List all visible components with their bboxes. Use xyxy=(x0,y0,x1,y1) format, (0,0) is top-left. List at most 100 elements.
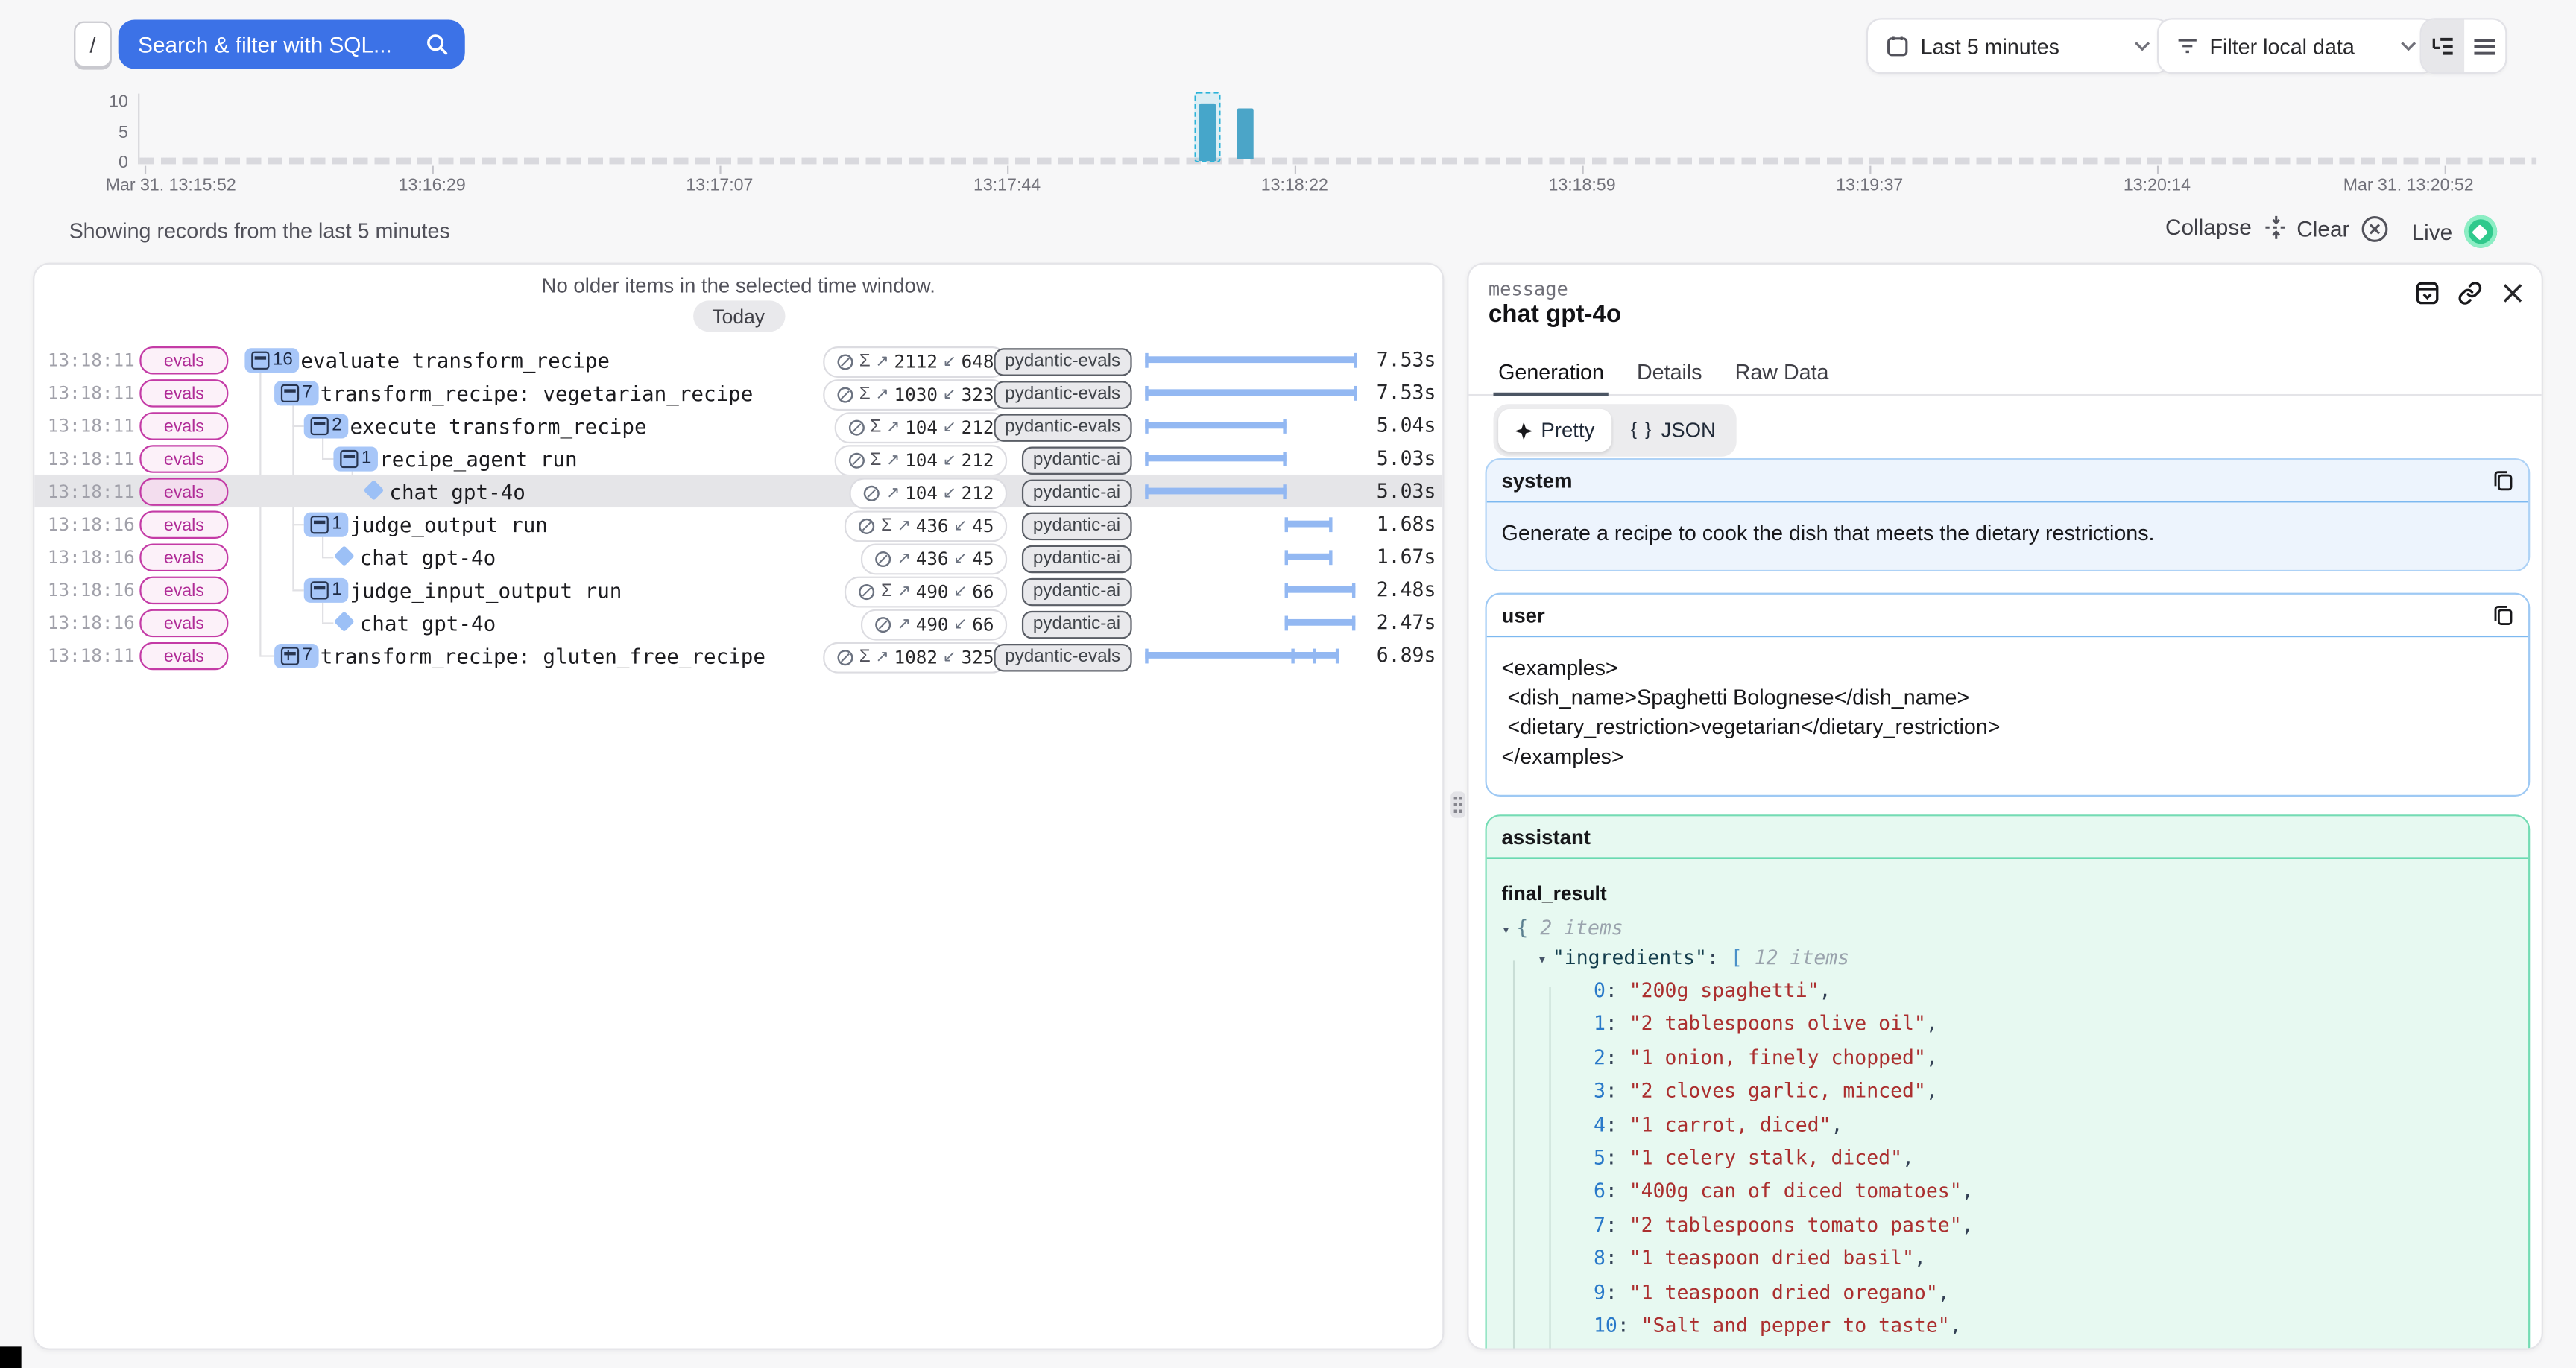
tab-raw-data[interactable]: Raw Data xyxy=(1735,360,1829,394)
link-icon[interactable] xyxy=(2456,279,2482,305)
user-content-line: </examples> xyxy=(1502,742,2514,772)
braces-icon: { } xyxy=(1631,420,1653,440)
json-array-item: 10: "Salt and pepper to taste", xyxy=(1594,1309,2513,1343)
row-timestamp: 13:18:11 xyxy=(48,349,135,370)
system-message-card: system Generate a recipe to cook the dis… xyxy=(1485,458,2530,571)
duration-bar xyxy=(1145,442,1357,475)
copy-icon[interactable] xyxy=(2493,604,2514,626)
histogram-bar[interactable] xyxy=(1237,109,1253,159)
chevron-down-icon xyxy=(2134,41,2150,51)
trace-row[interactable]: 13:18:16 evals 1 judge_output run Σ↗436↙… xyxy=(34,507,1442,540)
evals-badge[interactable]: evals xyxy=(139,346,228,374)
view-mode-toggle xyxy=(2420,18,2507,74)
span-name: chat gpt-4o xyxy=(360,611,496,636)
json-array-item: 0: "200g spaghetti", xyxy=(1594,974,2513,1007)
render-mode-toggle: Pretty { } JSON xyxy=(1494,404,1737,457)
duration-bar xyxy=(1145,540,1357,573)
close-icon[interactable] xyxy=(2498,279,2525,305)
row-timestamp: 13:18:16 xyxy=(48,513,135,535)
x-axis-tick xyxy=(1295,166,1296,174)
row-duration: 1.68s xyxy=(1377,513,1436,536)
filter-local-data-label: Filter local data xyxy=(2209,34,2354,58)
x-axis-label: 13:18:22 xyxy=(1261,176,1328,195)
tab-generation[interactable]: Generation xyxy=(1498,360,1604,394)
search-icon xyxy=(426,33,449,56)
evals-badge[interactable]: evals xyxy=(139,609,228,637)
tokens-icon xyxy=(836,352,854,370)
trace-row[interactable]: 13:18:11 evals 2 execute transform_recip… xyxy=(34,409,1442,442)
trace-row[interactable]: 13:18:11 evals chat gpt-4o ↗104↙212 pyda… xyxy=(34,475,1442,507)
evals-badge[interactable]: evals xyxy=(139,412,228,440)
duration-bar xyxy=(1145,606,1357,639)
json-ingredients-node[interactable]: ▾"ingredients": [ 12 items xyxy=(1502,944,2514,974)
evals-badge[interactable]: evals xyxy=(139,544,228,571)
evals-badge[interactable]: evals xyxy=(139,379,228,407)
live-label: Live xyxy=(2412,219,2453,244)
collapse-button[interactable]: Collapse xyxy=(2165,215,2288,240)
package-tag: pydantic-evals xyxy=(994,347,1132,375)
json-array-item: 11: "Parmesan cheese, grated (optional)" xyxy=(1594,1343,2513,1350)
token-count-badge: ↗490↙66 xyxy=(861,609,1007,640)
clear-label: Clear xyxy=(2296,217,2349,241)
trace-row[interactable]: 13:18:16 evals chat gpt-4o ↗490↙66 pydan… xyxy=(34,606,1442,639)
evals-badge[interactable]: evals xyxy=(139,577,228,604)
trace-row[interactable]: 13:18:16 evals 1 judge_input_output run … xyxy=(34,573,1442,606)
span-name: judge_output run xyxy=(350,513,547,537)
x-axis-tick xyxy=(145,166,146,174)
trace-row[interactable]: 13:18:11 evals 7 transform_recipe: glute… xyxy=(34,639,1442,671)
evals-badge[interactable]: evals xyxy=(139,478,228,505)
row-timestamp: 13:18:16 xyxy=(48,612,135,633)
json-array-item: 7: "2 tablespoons tomato paste", xyxy=(1594,1209,2513,1242)
tab-details[interactable]: Details xyxy=(1637,360,1702,394)
json-root-node[interactable]: ▾{ 2 items xyxy=(1502,915,2514,945)
json-toggle-button[interactable]: { } JSON xyxy=(1614,409,1732,452)
collapse-toggle-badge[interactable]: 2 xyxy=(304,413,349,437)
copy-icon[interactable] xyxy=(2493,469,2514,491)
tree-view-button[interactable] xyxy=(2422,19,2463,72)
collapse-toggle-badge[interactable]: 1 xyxy=(304,512,349,536)
collapse-toggle-badge[interactable]: 1 xyxy=(304,577,349,602)
collapse-toggle-badge[interactable]: 16 xyxy=(244,347,299,372)
row-timestamp: 13:18:11 xyxy=(48,448,135,469)
trace-row[interactable]: 13:18:11 evals 1 recipe_agent run Σ↗104↙… xyxy=(34,442,1442,475)
collapse-toggle-badge[interactable]: 7 xyxy=(274,380,319,405)
row-duration: 5.03s xyxy=(1377,447,1436,470)
filter-local-data-dropdown[interactable]: Filter local data xyxy=(2157,18,2437,74)
no-older-items-notice: No older items in the selected time wind… xyxy=(34,274,1442,297)
clear-button[interactable]: Clear xyxy=(2296,215,2389,243)
token-count-badge: Σ↗1030↙323 xyxy=(823,379,1007,410)
trace-row[interactable]: 13:18:16 evals chat gpt-4o ↗436↙45 pydan… xyxy=(34,540,1442,573)
duration-bar xyxy=(1145,507,1357,540)
json-array-item: 6: "400g can of diced tomatoes", xyxy=(1594,1175,2513,1209)
package-tag: pydantic-ai xyxy=(1021,478,1131,506)
token-count-badge: Σ↗490↙66 xyxy=(845,576,1008,607)
evals-badge[interactable]: evals xyxy=(139,642,228,670)
span-diamond-icon xyxy=(334,545,355,566)
pretty-toggle-button[interactable]: Pretty xyxy=(1498,409,1611,452)
json-array-item: 4: "1 carrot, diced", xyxy=(1594,1108,2513,1141)
trace-row[interactable]: 13:18:11 evals 16 evaluate transform_rec… xyxy=(34,343,1442,376)
collapse-toggle-badge[interactable]: 1 xyxy=(333,446,378,470)
json-indent-guide xyxy=(1549,987,1550,1350)
search-button[interactable]: Search & filter with SQL... xyxy=(119,19,465,69)
time-range-dropdown[interactable]: Last 5 minutes xyxy=(1866,18,2171,74)
selected-time-window[interactable] xyxy=(1194,92,1220,162)
list-view-button[interactable] xyxy=(2463,19,2505,72)
panel-resize-handle[interactable] xyxy=(1450,791,1465,817)
tokens-icon xyxy=(836,385,854,403)
row-duration: 5.04s xyxy=(1377,414,1436,437)
today-pill: Today xyxy=(692,300,784,332)
evals-badge[interactable]: evals xyxy=(139,510,228,538)
filter-lines-icon xyxy=(2176,36,2198,55)
collapse-toggle-badge[interactable]: 7 xyxy=(274,643,319,668)
duration-bar xyxy=(1145,409,1357,442)
row-timestamp: 13:18:11 xyxy=(48,415,135,437)
row-duration: 5.03s xyxy=(1377,480,1436,503)
dock-panel-icon[interactable] xyxy=(2414,279,2440,305)
live-toggle[interactable]: Live xyxy=(2412,215,2497,248)
evals-badge[interactable]: evals xyxy=(139,445,228,472)
user-message-card: user <examples> <dish_name>Spaghetti Bol… xyxy=(1485,593,2530,797)
collapse-vertical-icon xyxy=(2263,215,2288,240)
row-duration: 1.67s xyxy=(1377,545,1436,569)
trace-row[interactable]: 13:18:11 evals 7 transform_recipe: veget… xyxy=(34,376,1442,409)
